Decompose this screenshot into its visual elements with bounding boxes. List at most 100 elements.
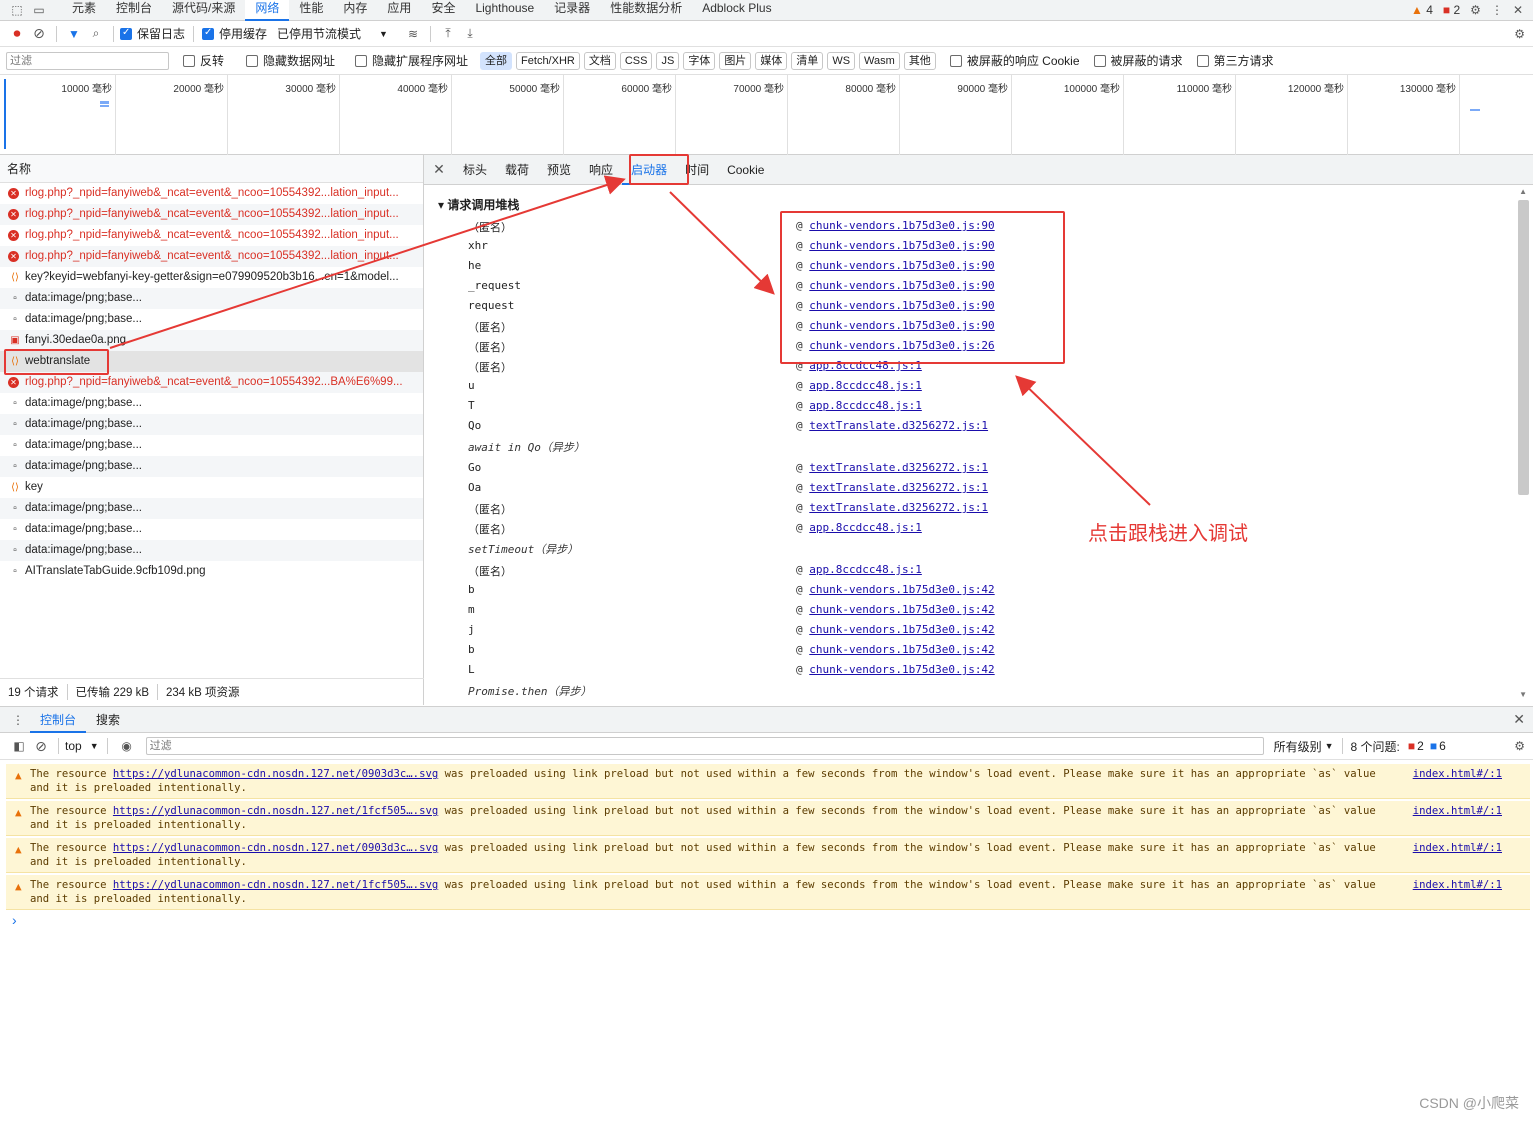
tab-11[interactable]: Adblock Plus bbox=[692, 0, 781, 21]
request-row[interactable]: ▫ data:image/png;base... bbox=[0, 519, 423, 540]
invert-checkbox[interactable]: 反转 bbox=[183, 52, 224, 69]
stack-frame-link[interactable]: chunk-vendors.1b75d3e0.js:42 bbox=[809, 583, 994, 596]
search-icon[interactable]: ⌕ bbox=[85, 26, 107, 41]
tab-7[interactable]: 安全 bbox=[421, 0, 465, 21]
close-detail-icon[interactable]: ✕ bbox=[424, 161, 454, 178]
network-timeline-overview[interactable]: 10000 毫秒 20000 毫秒 30000 毫秒 40000 毫秒 50000 毫秒… bbox=[0, 75, 1533, 155]
tab-6[interactable]: 应用 bbox=[377, 0, 421, 21]
warning-resource-link[interactable]: https://ydlunacommon-cdn.nosdn.127.net/1… bbox=[113, 879, 438, 891]
request-row[interactable]: ▫ data:image/png;base... bbox=[0, 288, 423, 309]
tab-8[interactable]: Lighthouse bbox=[465, 0, 544, 21]
type-filter-chip[interactable]: 文档 bbox=[583, 51, 616, 70]
tab-0[interactable]: 元素 bbox=[62, 0, 106, 21]
request-row[interactable]: ✕ rlog.php?_npid=fanyiweb&_ncat=event&_nc… bbox=[0, 183, 423, 204]
console-filter-input[interactable] bbox=[145, 737, 1264, 755]
type-filter-chip[interactable]: 字体 bbox=[683, 51, 716, 70]
drawer-tab-0[interactable]: 控制台 bbox=[30, 707, 87, 733]
tab-10[interactable]: 性能数据分析 bbox=[600, 0, 692, 21]
request-row[interactable]: ✕ rlog.php?_npid=fanyiweb&_ncat=event&_nc… bbox=[0, 372, 423, 393]
request-row[interactable]: ▫ data:image/png;base... bbox=[0, 540, 423, 561]
throttle-select[interactable]: 已停用节流模式 ▼ bbox=[277, 25, 388, 42]
context-select[interactable]: top ▼ bbox=[65, 739, 99, 753]
scroll-down-icon[interactable]: ▼ bbox=[1519, 690, 1527, 699]
request-row[interactable]: ⟨⟩ key bbox=[0, 477, 423, 498]
stack-frame-link[interactable]: textTranslate.d3256272.js:1 bbox=[809, 461, 988, 474]
request-row[interactable]: ▫ data:image/png;base... bbox=[0, 309, 423, 330]
tab-9[interactable]: 记录器 bbox=[544, 0, 600, 21]
network-conditions-icon[interactable]: ≋ bbox=[402, 27, 424, 41]
detail-tab-3[interactable]: 响应 bbox=[580, 155, 622, 185]
request-row[interactable]: ▫ data:image/png;base... bbox=[0, 435, 423, 456]
drawer-tab-1[interactable]: 搜索 bbox=[86, 707, 130, 733]
network-settings-icon[interactable]: ⚙ bbox=[1514, 27, 1525, 41]
tab-5[interactable]: 内存 bbox=[333, 0, 377, 21]
type-filter-chip[interactable]: 媒体 bbox=[755, 51, 788, 70]
type-filter-chip[interactable]: JS bbox=[656, 51, 680, 70]
detail-tab-1[interactable]: 载荷 bbox=[496, 155, 538, 185]
stack-frame-link[interactable]: app.8ccdcc48.js:1 bbox=[809, 563, 922, 576]
stack-frame-link[interactable]: chunk-vendors.1b75d3e0.js:42 bbox=[809, 623, 994, 636]
detail-tab-2[interactable]: 预览 bbox=[538, 155, 580, 185]
scrollbar[interactable] bbox=[1518, 200, 1529, 495]
close-drawer-icon[interactable]: ✕ bbox=[1513, 711, 1525, 728]
warning-source-link[interactable]: index.html#/:1 bbox=[1413, 804, 1502, 818]
more-menu-icon[interactable]: ⋮ bbox=[1491, 3, 1503, 17]
stack-frame-link[interactable]: app.8ccdcc48.js:1 bbox=[809, 379, 922, 392]
name-column-header[interactable]: 名称 bbox=[0, 155, 423, 183]
device-toolbar-icon[interactable]: ▭ bbox=[28, 3, 50, 17]
close-icon[interactable]: ✕ bbox=[1513, 3, 1523, 17]
tab-4[interactable]: 性能 bbox=[289, 0, 333, 21]
call-stack-title[interactable]: ▾ 请求调用堆栈 bbox=[438, 196, 519, 213]
preserve-log-checkbox[interactable]: 保留日志 bbox=[120, 25, 185, 42]
disable-cache-checkbox[interactable]: 停用缓存 bbox=[202, 25, 267, 42]
blocked-cookies-checkbox[interactable]: 被屏蔽的响应 Cookie bbox=[949, 52, 1080, 69]
warning-source-link[interactable]: index.html#/:1 bbox=[1413, 841, 1502, 855]
issues-counter[interactable]: 8 个问题: ■ 2 ■ 6 bbox=[1351, 738, 1446, 755]
type-filter-chip[interactable]: 其他 bbox=[903, 51, 936, 70]
scroll-up-icon[interactable]: ▲ bbox=[1519, 187, 1527, 196]
sidebar-toggle-icon[interactable]: ◧ bbox=[8, 739, 30, 753]
third-party-checkbox[interactable]: 第三方请求 bbox=[1196, 52, 1274, 69]
stack-frame-link[interactable]: chunk-vendors.1b75d3e0.js:42 bbox=[809, 643, 994, 656]
request-row[interactable]: ▫ data:image/png;base... bbox=[0, 456, 423, 477]
request-row[interactable]: ▫ data:image/png;base... bbox=[0, 414, 423, 435]
type-filter-chip[interactable]: Fetch/XHR bbox=[516, 51, 580, 70]
request-row[interactable]: ⟨⟩ key?keyid=webfanyi-key-getter&sign=e07… bbox=[0, 267, 423, 288]
errors-counter[interactable]: ■ 2 bbox=[1443, 3, 1460, 17]
hide-extension-urls-checkbox[interactable]: 隐藏扩展程序网址 bbox=[355, 52, 468, 69]
warning-resource-link[interactable]: https://ydlunacommon-cdn.nosdn.127.net/1… bbox=[113, 805, 438, 817]
filter-input[interactable] bbox=[6, 51, 169, 70]
clear-icon[interactable]: ⊘ bbox=[28, 25, 50, 42]
stack-frame-link[interactable]: textTranslate.d3256272.js:1 bbox=[809, 501, 988, 514]
live-expression-eye-icon[interactable]: ◉ bbox=[116, 739, 138, 753]
warning-resource-link[interactable]: https://ydlunacommon-cdn.nosdn.127.net/0… bbox=[113, 768, 438, 780]
request-row[interactable]: ▣ fanyi.30edae0a.png bbox=[0, 330, 423, 351]
tab-3[interactable]: 网络 bbox=[245, 0, 290, 21]
tab-1[interactable]: 控制台 bbox=[106, 0, 162, 21]
console-settings-icon[interactable]: ⚙ bbox=[1514, 739, 1525, 753]
request-row[interactable]: ✕ rlog.php?_npid=fanyiweb&_ncat=event&_nc… bbox=[0, 246, 423, 267]
inspect-element-icon[interactable]: ⬚ bbox=[6, 3, 28, 17]
drawer-menu-icon[interactable]: ⋮ bbox=[6, 713, 30, 727]
request-row[interactable]: ✕ rlog.php?_npid=fanyiweb&_ncat=event&_nc… bbox=[0, 225, 423, 246]
type-filter-chip[interactable]: WS bbox=[827, 51, 856, 70]
detail-tab-6[interactable]: Cookie bbox=[718, 155, 773, 185]
stack-frame-link[interactable]: chunk-vendors.1b75d3e0.js:42 bbox=[809, 663, 994, 676]
warning-source-link[interactable]: index.html#/:1 bbox=[1413, 767, 1502, 781]
blocked-requests-checkbox[interactable]: 被屏蔽的请求 bbox=[1093, 52, 1183, 69]
request-row[interactable]: ▫ AITranslateTabGuide.9cfb109d.png bbox=[0, 561, 423, 582]
type-filter-chip[interactable]: Wasm bbox=[859, 51, 900, 70]
warning-resource-link[interactable]: https://ydlunacommon-cdn.nosdn.127.net/0… bbox=[113, 842, 438, 854]
type-filter-chip[interactable]: 清单 bbox=[791, 51, 824, 70]
type-filter-chip[interactable]: 全部 bbox=[480, 51, 513, 70]
import-har-icon[interactable]: ⤒ bbox=[437, 26, 459, 41]
tab-2[interactable]: 源代码/来源 bbox=[162, 0, 245, 21]
detail-tab-0[interactable]: 标头 bbox=[454, 155, 496, 185]
request-row[interactable]: ▫ data:image/png;base... bbox=[0, 393, 423, 414]
log-levels-select[interactable]: 所有级别 ▼ bbox=[1274, 738, 1334, 755]
stack-frame-link[interactable]: app.8ccdcc48.js:1 bbox=[809, 521, 922, 534]
type-filter-chip[interactable]: 图片 bbox=[719, 51, 752, 70]
request-row[interactable]: ▫ data:image/png;base... bbox=[0, 498, 423, 519]
filter-icon[interactable]: ▼ bbox=[63, 27, 85, 41]
stack-frame-link[interactable]: app.8ccdcc48.js:1 bbox=[809, 399, 922, 412]
